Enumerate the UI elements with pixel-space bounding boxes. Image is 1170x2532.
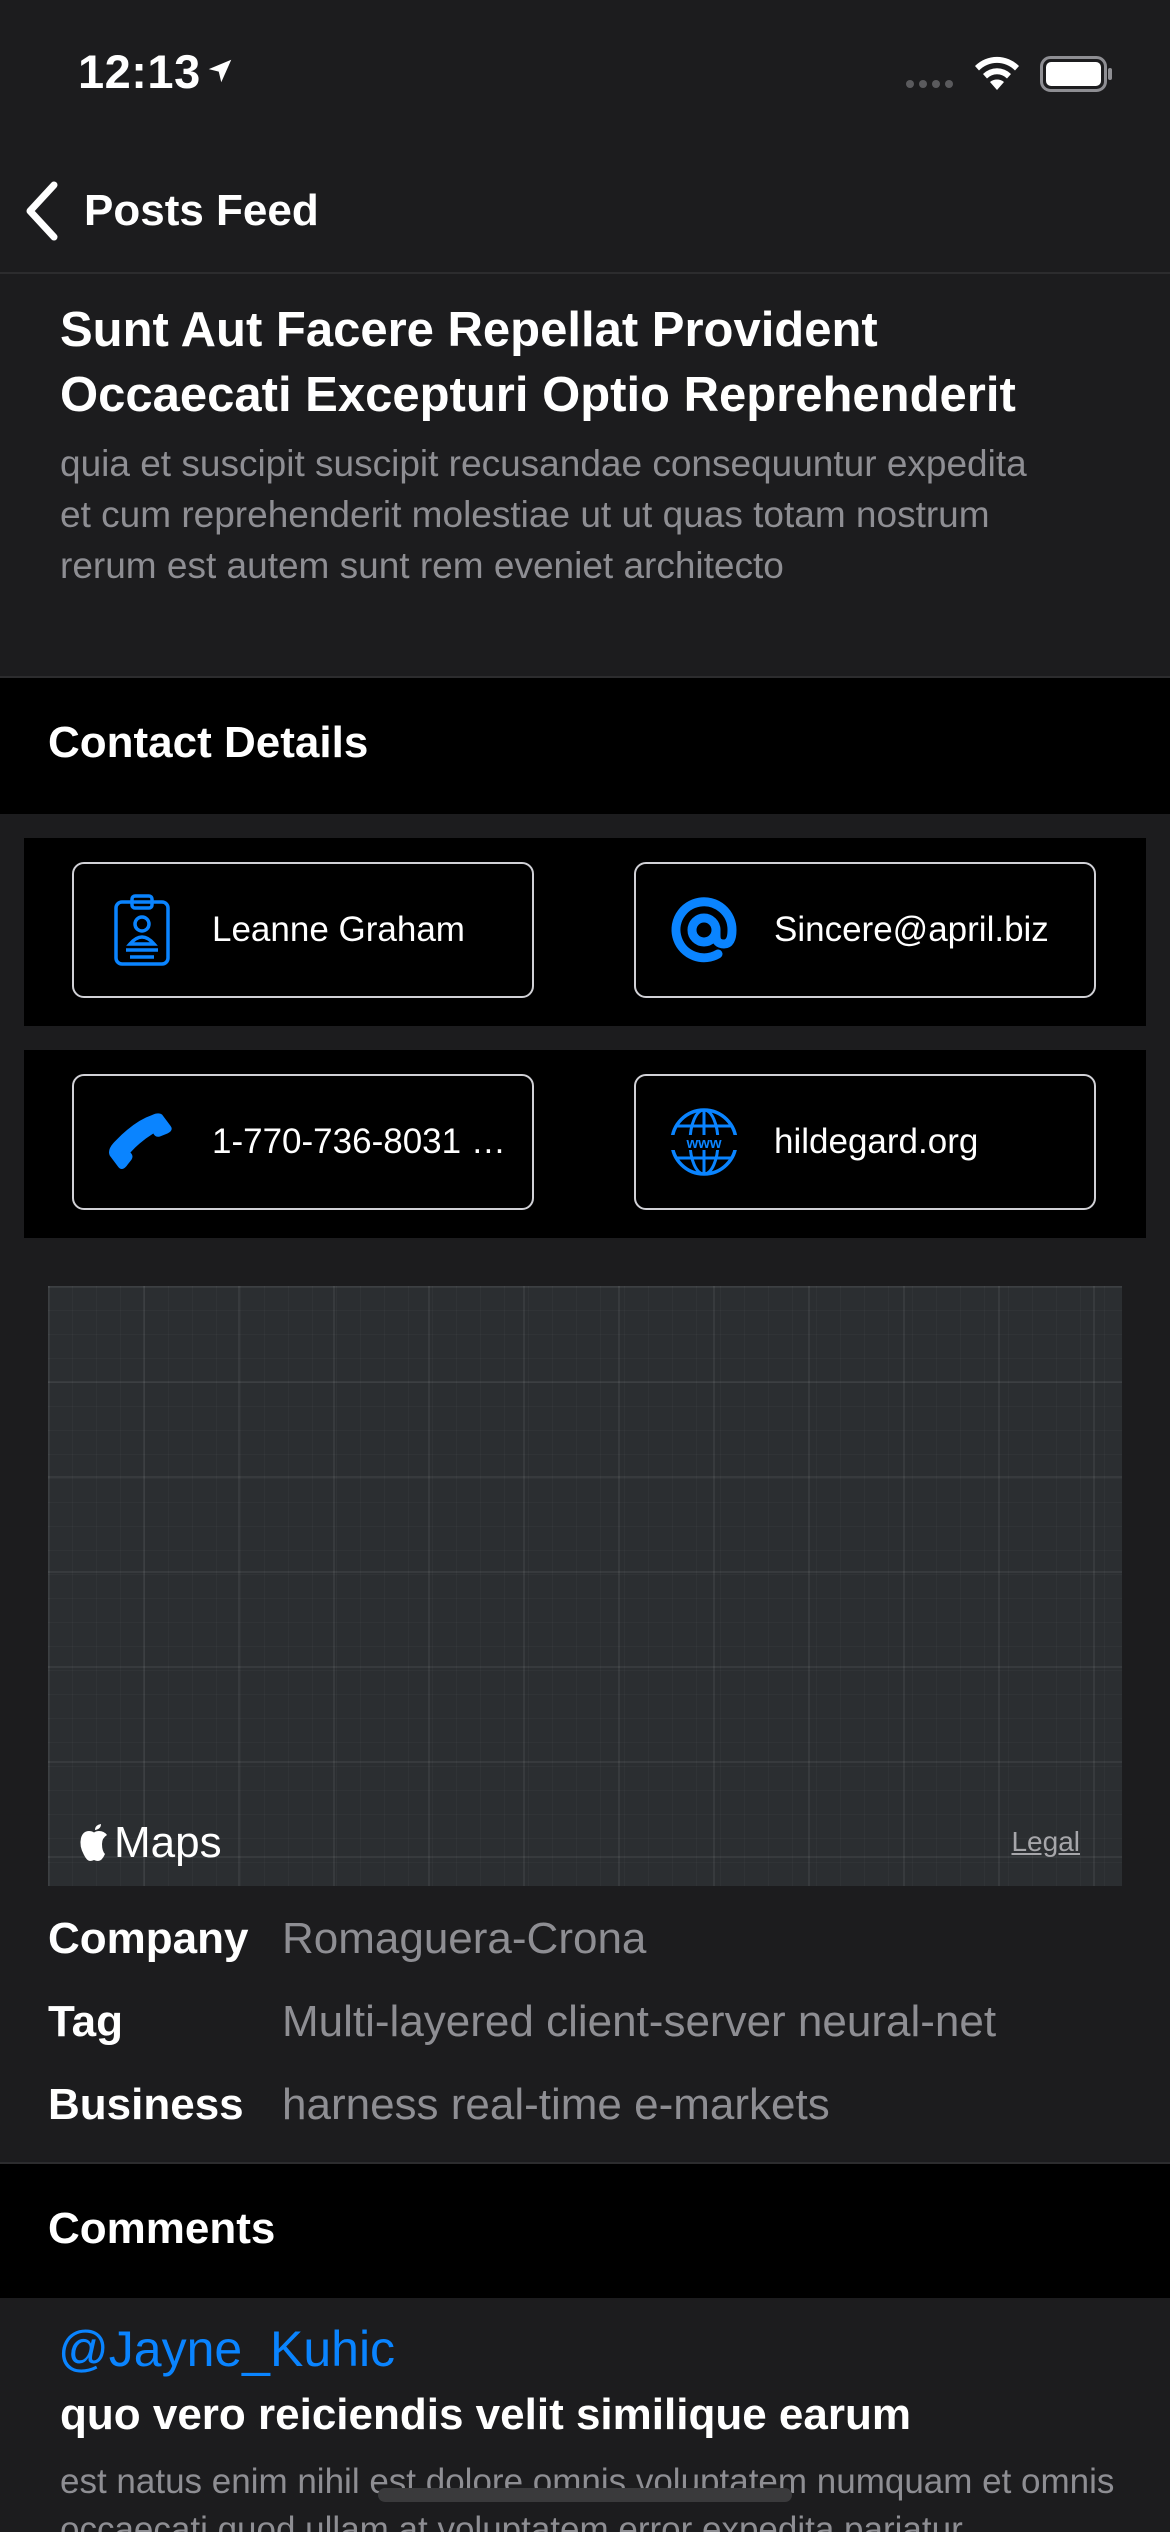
contact-name-button[interactable]: Leanne Graham (72, 862, 534, 998)
post-title: Sunt Aut Facere Repellat Provident Occae… (60, 303, 1016, 422)
chevron-left-icon (26, 181, 58, 241)
comment-title: quo vero reiciendis velit similique earu… (60, 2390, 911, 2439)
contact-email: Sincere@april.biz (774, 910, 1049, 949)
id-badge-icon (104, 892, 180, 968)
comments-title: Comments (48, 2204, 276, 2253)
apple-logo-icon (80, 1824, 107, 1861)
wifi-icon (975, 56, 1019, 90)
home-indicator[interactable] (378, 2488, 792, 2502)
comments-header: Comments (0, 2162, 1170, 2300)
company-row: Company Romaguera-Crona (48, 1904, 1128, 1974)
battery-icon (1040, 56, 1112, 92)
globe-icon: www (666, 1104, 742, 1180)
status-time: 12:13 (78, 45, 201, 98)
tag-value: Multi-layered client-server neural-net (282, 1997, 997, 2046)
company-value: Romaguera-Crona (282, 1914, 647, 1963)
post-header: Sunt Aut Facere Repellat Provident Occae… (0, 274, 1170, 678)
contact-row: Leanne Graham Sincere@april.biz (24, 838, 1146, 1026)
business-value: harness real-time e-markets (282, 2080, 830, 2129)
back-button[interactable]: Posts Feed (22, 178, 319, 244)
contact-phone-button[interactable]: 1-770-736-8031 x56442 (72, 1074, 534, 1210)
phone-icon (104, 1104, 180, 1180)
navigation-bar: Posts Feed (0, 150, 1170, 274)
post-body: quia et suscipit suscipit recusandae con… (60, 443, 1027, 586)
back-label: Posts Feed (84, 186, 319, 235)
company-label: Company (48, 1914, 249, 1963)
www-label: www (685, 1135, 721, 1152)
contact-details-title: Contact Details (48, 718, 369, 767)
contact-email-button[interactable]: Sincere@april.biz (634, 862, 1096, 998)
location-arrow-icon (208, 59, 232, 83)
contact-name: Leanne Graham (212, 910, 465, 949)
contact-phone: 1-770-736-8031 x56442 (212, 1122, 512, 1161)
map-legal-link[interactable]: Legal (1011, 1826, 1080, 1858)
tag-label: Tag (48, 1997, 123, 2046)
contact-row: 1-770-736-8031 x56442 www hildegard.org (24, 1050, 1146, 1238)
maps-brand: Maps (78, 1818, 222, 1868)
contact-website-button[interactable]: www hildegard.org (634, 1074, 1096, 1210)
contact-details-header: Contact Details (0, 678, 1170, 814)
map-view[interactable]: Maps Legal (48, 1286, 1122, 1886)
maps-brand-text: Maps (114, 1818, 222, 1867)
contact-website: hildegard.org (774, 1122, 979, 1161)
at-sign-icon (666, 892, 742, 968)
business-label: Business (48, 2080, 244, 2129)
business-row: Business harness real-time e-markets (48, 2070, 1128, 2140)
status-bar: 12:13 (0, 0, 1170, 150)
comment-handle[interactable]: @Jayne_Kuhic (58, 2320, 395, 2378)
tag-row: Tag Multi-layered client-server neural-n… (48, 1987, 1128, 2057)
